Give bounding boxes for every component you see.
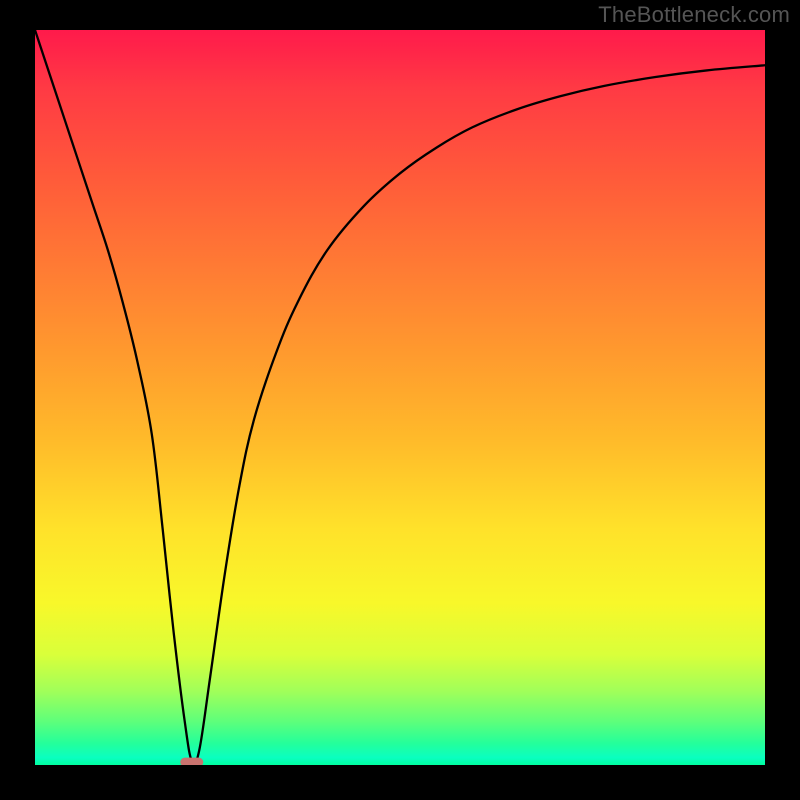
app-frame: TheBottleneck.com — [0, 0, 800, 800]
watermark-text: TheBottleneck.com — [598, 2, 790, 28]
plot-area — [35, 30, 765, 765]
optimal-marker — [180, 758, 203, 765]
bottleneck-curve — [35, 30, 765, 764]
curve-layer — [35, 30, 765, 765]
